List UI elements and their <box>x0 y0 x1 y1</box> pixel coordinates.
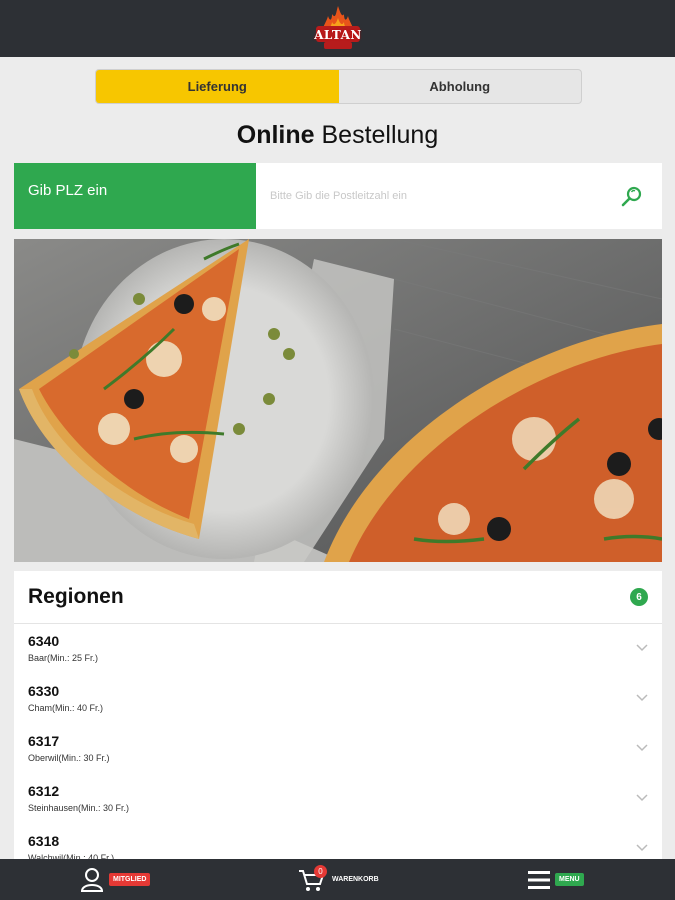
chevron-down-icon <box>636 644 648 652</box>
regions-title: Regionen <box>28 585 124 608</box>
cart-icon-wrap: 0 <box>298 864 328 893</box>
cart-count-badge: 0 <box>314 864 327 878</box>
cart-label: WARENKORB <box>332 876 379 883</box>
logo-text: ALTAN <box>314 28 362 42</box>
regions-header: Regionen 6 <box>14 571 662 624</box>
region-name: Oberwil(Min.: 30 Fr.) <box>28 753 110 763</box>
page-title-bold: Online <box>236 121 315 149</box>
search-icon <box>621 186 642 207</box>
region-item[interactable]: 6312 Steinhausen(Min.: 30 Fr.) <box>14 774 662 824</box>
region-name: Steinhausen(Min.: 30 Fr.) <box>28 803 130 813</box>
region-code: 6317 <box>28 733 60 749</box>
regions-panel: Regionen 6 6340 Baar(Min.: 25 Fr.) 6330 … <box>14 571 662 861</box>
tab-lieferung[interactable]: Lieferung <box>96 70 339 103</box>
bottom-nav-bar: MITGLIED 0 WARENKORB MENU <box>0 859 675 900</box>
region-item[interactable]: 6330 Cham(Min.: 40 Fr.) <box>14 674 662 724</box>
menu-label: MENU <box>555 873 584 886</box>
nav-menu[interactable]: MENU <box>528 859 584 900</box>
region-item[interactable]: 6318 Walchwil(Min.: 40 Fr.) <box>14 824 662 861</box>
user-icon <box>80 867 104 892</box>
nav-member[interactable]: MITGLIED <box>80 859 151 900</box>
plz-label: Gib PLZ ein <box>14 163 256 229</box>
page-title: Online Bestellung <box>0 121 675 150</box>
chevron-down-icon <box>636 694 648 702</box>
plz-input[interactable] <box>256 163 602 229</box>
page-title-rest: Bestellung <box>314 121 439 149</box>
region-code: 6318 <box>28 833 60 849</box>
plz-search-button[interactable] <box>602 163 662 229</box>
chevron-down-icon <box>636 744 648 752</box>
pizza-hero-image <box>14 239 662 562</box>
chevron-down-icon <box>636 844 648 852</box>
region-item[interactable]: 6340 Baar(Min.: 25 Fr.) <box>14 624 662 674</box>
order-type-toggle: Lieferung Abholung <box>95 69 582 104</box>
top-bar: ALTAN <box>0 0 675 57</box>
hamburger-menu-icon <box>528 870 550 889</box>
region-code: 6330 <box>28 683 60 699</box>
chevron-down-icon <box>636 794 648 802</box>
region-code: 6312 <box>28 783 60 799</box>
regions-count-badge: 6 <box>630 588 648 606</box>
region-item[interactable]: 6317 Oberwil(Min.: 30 Fr.) <box>14 724 662 774</box>
plz-search-row: Gib PLZ ein <box>14 163 662 229</box>
tab-abholung[interactable]: Abholung <box>339 70 582 103</box>
region-name: Baar(Min.: 25 Fr.) <box>28 653 99 663</box>
pizza-photo-icon <box>14 239 662 562</box>
altan-logo[interactable]: ALTAN <box>310 4 366 54</box>
region-name: Cham(Min.: 40 Fr.) <box>28 703 104 713</box>
member-label: MITGLIED <box>109 873 151 886</box>
region-code: 6340 <box>28 633 60 649</box>
nav-cart[interactable]: 0 WARENKORB <box>298 859 379 900</box>
